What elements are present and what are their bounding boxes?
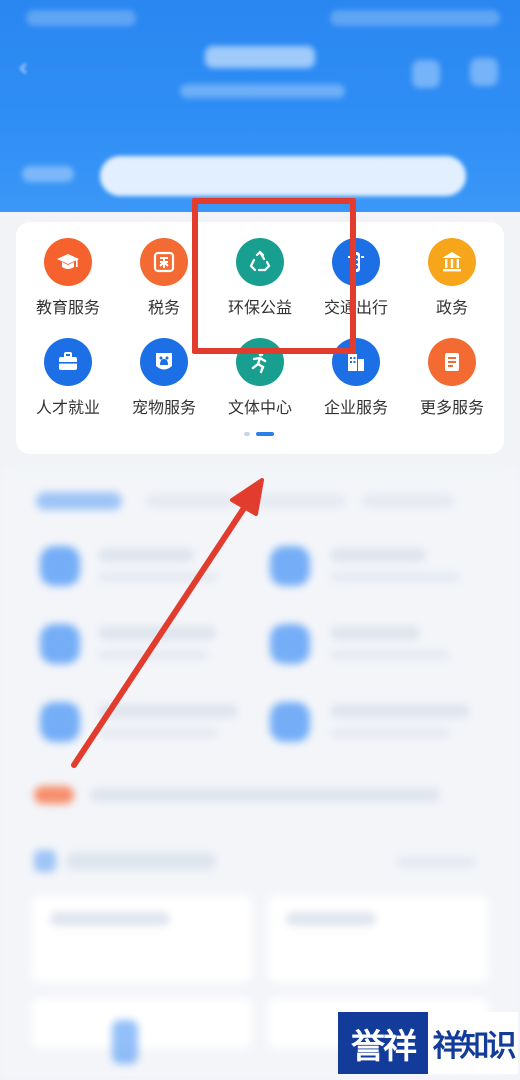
header-menu-icon[interactable] [470, 58, 498, 86]
page-dot[interactable] [244, 432, 250, 436]
blurred-item-text [98, 572, 218, 582]
service-label: 企业服务 [323, 398, 388, 417]
page-title-blurred [205, 46, 315, 68]
watermark-logo: 誉祥 祥知识 [338, 1012, 518, 1074]
government-building-icon [428, 238, 476, 286]
blurred-item-text [330, 626, 420, 640]
pet-icon [140, 338, 188, 386]
blurred-content-area [0, 468, 520, 1080]
blurred-nav-icon[interactable] [112, 1020, 138, 1064]
page-subtitle-blurred [180, 84, 345, 98]
service-label: 人才就业 [35, 398, 100, 417]
service-employment[interactable]: 人才就业 [20, 338, 116, 418]
blurred-item-text [98, 626, 216, 640]
service-label: 教育服务 [35, 298, 100, 317]
blurred-notice-badge [34, 786, 74, 804]
service-more[interactable]: 更多服务 [404, 338, 500, 418]
blurred-item-icon [270, 702, 310, 742]
header-action-icon[interactable] [412, 60, 440, 88]
blurred-tab[interactable] [256, 494, 346, 508]
watermark-right: 祥知识 [428, 1012, 518, 1074]
blurred-item-text [98, 728, 218, 738]
blurred-more-link[interactable] [396, 856, 476, 868]
service-label: 更多服务 [419, 398, 484, 417]
blurred-item-icon [40, 624, 80, 664]
blurred-item-icon [40, 702, 80, 742]
briefcase-icon [44, 338, 92, 386]
blurred-item-text [330, 572, 460, 582]
service-label: 宠物服务 [131, 398, 196, 417]
search-input[interactable] [100, 156, 466, 196]
blurred-item-icon [270, 624, 310, 664]
blurred-item-icon [270, 546, 310, 586]
blurred-item-text [330, 650, 450, 660]
blurred-card-text [286, 912, 376, 926]
page-dot-active[interactable] [256, 432, 274, 436]
blurred-card[interactable] [268, 896, 488, 982]
blurred-tab[interactable] [36, 492, 122, 510]
location-selector[interactable] [22, 166, 74, 182]
blurred-item-text [98, 650, 208, 660]
highlight-box [192, 198, 356, 354]
service-label: 政务 [435, 298, 468, 317]
blurred-item-icon [40, 546, 80, 586]
blurred-notice-text[interactable] [90, 788, 440, 802]
graduation-cap-icon [44, 238, 92, 286]
blurred-item-text [330, 728, 450, 738]
page-indicator [244, 432, 284, 438]
service-label: 文体中心 [227, 398, 292, 417]
blurred-tab[interactable] [146, 494, 236, 508]
service-education[interactable]: 教育服务 [20, 238, 116, 318]
watermark-left: 誉祥 [338, 1012, 428, 1074]
status-bar-right [330, 10, 500, 26]
blurred-item-text [98, 704, 238, 718]
blurred-section-title [66, 852, 216, 870]
more-box-icon [428, 338, 476, 386]
back-arrow-icon[interactable]: ‹ [18, 55, 44, 81]
blurred-section-icon [34, 850, 56, 872]
tax-stamp-icon [140, 238, 188, 286]
blurred-card[interactable] [32, 896, 252, 982]
service-government[interactable]: 政务 [404, 238, 500, 318]
blurred-item-text [330, 548, 426, 562]
status-bar-left [26, 10, 136, 26]
blurred-card-text [50, 912, 170, 926]
app-header: ‹ [0, 0, 520, 212]
blurred-item-text [330, 704, 470, 718]
blurred-item-text [98, 548, 194, 562]
blurred-tab[interactable] [362, 494, 454, 508]
blurred-card[interactable] [32, 998, 252, 1048]
